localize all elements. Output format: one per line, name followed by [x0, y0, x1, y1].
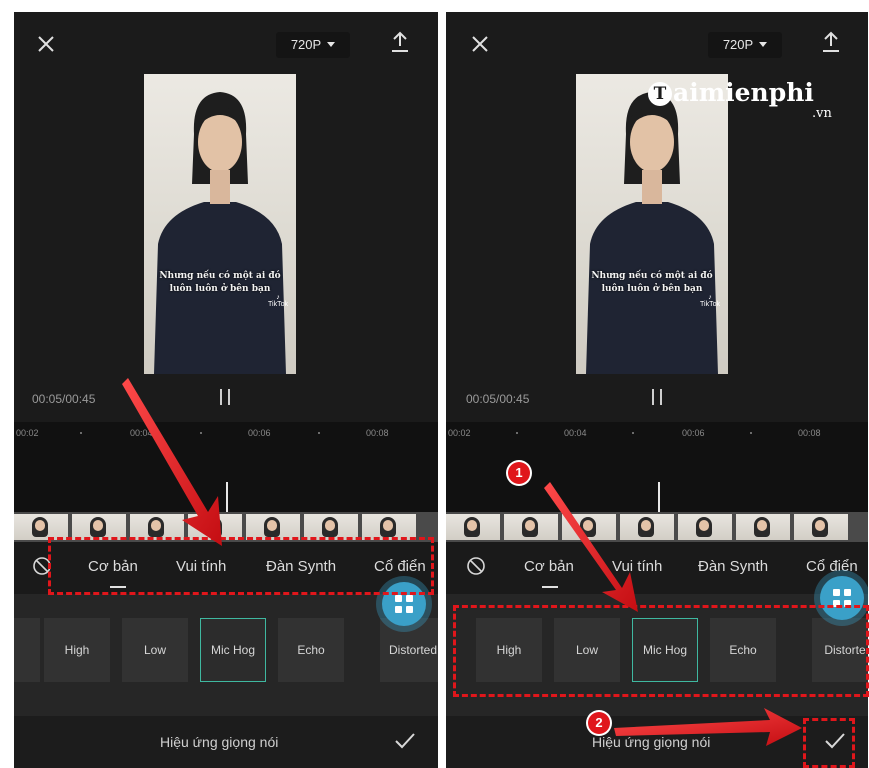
bottom-title: Hiệu ứng giọng nói: [160, 734, 279, 750]
video-caption: Nhưng nếu có một ai đó luôn luôn ở bên b…: [576, 270, 728, 296]
ruler-tick: 00:06: [682, 428, 705, 438]
bottom-bar: Hiệu ứng giọng nói: [14, 716, 438, 768]
pause-icon[interactable]: [652, 389, 664, 405]
close-icon[interactable]: [470, 34, 490, 54]
person-image: [586, 92, 718, 374]
logo-suffix: .vn: [812, 106, 832, 121]
track-thumbnail: [446, 514, 500, 540]
effect-categories: Cơ bản Vui tính Đàn Synth Cổ điển: [446, 542, 868, 594]
effect-echo[interactable]: Echo: [278, 618, 344, 682]
tab-co-dien[interactable]: Cổ điển: [806, 558, 858, 575]
top-bar: 720P: [446, 12, 868, 72]
caption-line-1: Nhưng nếu có một ai đó: [591, 271, 713, 281]
resolution-value: 720P: [722, 37, 754, 52]
logo-initial: T: [648, 82, 672, 106]
tab-vui-tinh[interactable]: Vui tính: [612, 558, 662, 575]
ruler-tick: 00:02: [448, 428, 471, 438]
video-preview: Nhưng nếu có một ai đó luôn luôn ở bên b…: [576, 74, 728, 374]
tiktok-watermark: ♪ TikTok: [700, 294, 720, 308]
top-bar: 720P: [14, 12, 438, 72]
check-icon[interactable]: [394, 732, 416, 750]
timecode: 00:05/00:45: [466, 392, 530, 406]
track-thumbnail: [678, 514, 732, 540]
logo-text: aimienphi: [673, 78, 814, 107]
effects-highlight-box: [453, 605, 869, 697]
ruler-tick: 00:04: [564, 428, 587, 438]
timecode: 00:05/00:45: [32, 392, 96, 406]
check-highlight-box: [803, 718, 855, 768]
track-thumbnail: [736, 514, 790, 540]
active-tab-indicator: [542, 586, 558, 588]
taimienphi-logo: Taimienphi: [648, 78, 814, 107]
bottom-title: Hiệu ứng giọng nói: [592, 734, 711, 750]
tab-co-ban[interactable]: Cơ bản: [524, 558, 574, 575]
export-icon[interactable]: [389, 30, 411, 54]
close-icon[interactable]: [36, 34, 56, 54]
person-image: [154, 92, 286, 374]
step-2-badge: 2: [588, 712, 610, 734]
video-caption: Nhưng nếu có một ai đó luôn luôn ở bên b…: [144, 270, 296, 296]
effect-distorted[interactable]: Distorted: [380, 618, 438, 682]
chevron-down-icon: [327, 42, 336, 47]
track-thumbnail: [562, 514, 616, 540]
caption-line-1: Nhưng nếu có một ai đó: [159, 271, 281, 281]
ruler-tick: 00:06: [248, 428, 271, 438]
video-preview: Nhưng nếu có một ai đó luôn luôn ở bên b…: [144, 74, 296, 374]
effect-high[interactable]: High: [44, 618, 110, 682]
resolution-dropdown[interactable]: 720P: [708, 32, 782, 58]
export-icon[interactable]: [820, 30, 842, 54]
watermark-text: TikTok: [268, 301, 288, 308]
ruler-tick: 00:04: [130, 428, 153, 438]
tiktok-watermark: ♪ TikTok: [268, 294, 288, 308]
ruler-tick: 00:08: [366, 428, 389, 438]
effect-list: High Low Mic Hog Echo Distorted: [14, 594, 438, 716]
ruler-tick: 00:08: [798, 428, 821, 438]
track-thumbnail: [504, 514, 558, 540]
effect-mic-hog[interactable]: Mic Hog: [200, 618, 266, 682]
track-thumbnail: [794, 514, 848, 540]
pause-icon[interactable]: [220, 389, 232, 405]
track-thumbnail: [620, 514, 674, 540]
watermark-text: TikTok: [700, 301, 720, 308]
video-track[interactable]: [446, 512, 868, 542]
effect-low[interactable]: Low: [122, 618, 188, 682]
categories-highlight-box: [48, 537, 434, 595]
no-effect-icon[interactable]: [466, 556, 486, 576]
resolution-dropdown[interactable]: 720P: [276, 32, 350, 58]
resolution-value: 720P: [290, 37, 322, 52]
step-1-badge: 1: [508, 462, 530, 484]
effect-item-partial[interactable]: [14, 618, 40, 682]
tab-dan-synth[interactable]: Đàn Synth: [698, 558, 768, 575]
chevron-down-icon: [759, 42, 768, 47]
left-phone-screen: 720P Nhưng nếu có một ai đó luôn luôn ở …: [14, 12, 438, 768]
ruler-tick: 00:02: [16, 428, 39, 438]
